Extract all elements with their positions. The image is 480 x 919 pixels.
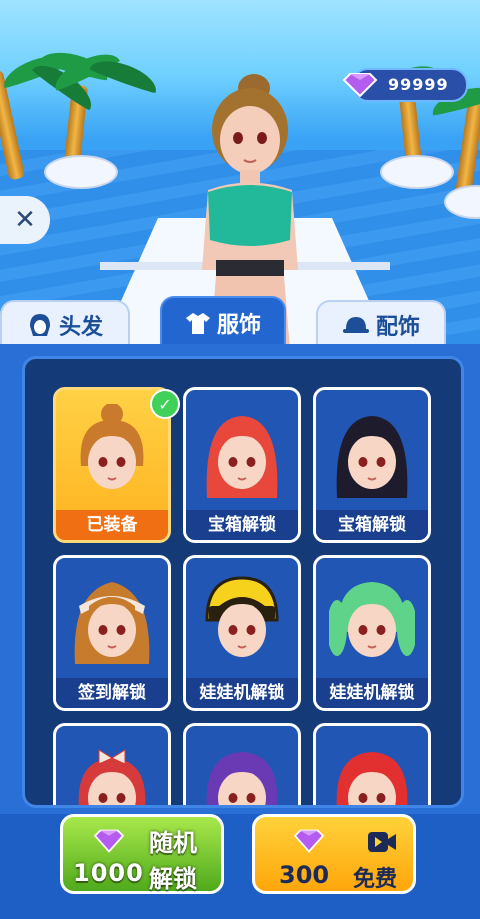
unlock-label: 解锁 — [149, 865, 197, 893]
hair-item-card[interactable]: 签到解锁 — [53, 555, 171, 711]
items-panel: 已装备 宝箱解锁 宝箱解锁 签到解锁 娃娃机解锁 娃娃机解锁 — [0, 344, 480, 814]
unlock-method-label: 已装备 — [56, 510, 168, 540]
tab-clothing[interactable]: 服饰 — [160, 296, 286, 348]
game-scene: ✕ 99999 — [0, 0, 480, 345]
free-cost: 300 — [279, 861, 330, 889]
gem-icon — [342, 73, 378, 98]
close-button[interactable]: ✕ — [0, 196, 50, 244]
cap-icon — [342, 317, 369, 333]
hair-preview — [205, 576, 279, 657]
equipped-check-icon: ✓ — [150, 389, 180, 419]
unlock-method-label: 娃娃机解锁 — [316, 678, 428, 708]
tab-label: 配饰 — [375, 315, 420, 340]
tab-accessories[interactable]: 配饰 — [316, 300, 446, 348]
item-grid: 已装备 宝箱解锁 宝箱解锁 签到解锁 娃娃机解锁 娃娃机解锁 — [22, 356, 464, 808]
hair-item-card[interactable]: 娃娃机解锁 — [183, 555, 301, 711]
bottom-bar: 随机 1000 解锁 300 免费 — [0, 814, 480, 919]
palm-fronds — [40, 46, 161, 120]
gem-icon — [293, 829, 325, 853]
tab-hair[interactable]: 头发 — [0, 300, 130, 348]
hair-preview — [80, 404, 144, 489]
hair-preview — [329, 582, 415, 657]
hair-preview — [78, 749, 146, 805]
hair-icon — [29, 314, 50, 336]
shirt-icon — [185, 313, 210, 334]
palm-pedestal — [380, 155, 454, 189]
hair-item-card[interactable]: 宝箱解锁 — [183, 387, 301, 543]
hair-preview — [206, 752, 278, 805]
close-icon: ✕ — [14, 205, 36, 235]
palm-pedestal — [44, 155, 118, 189]
unlock-method-label: 娃娃机解锁 — [186, 678, 298, 708]
unlock-method-label: 宝箱解锁 — [186, 510, 298, 540]
video-icon — [368, 832, 396, 852]
random-label: 随机 — [149, 829, 197, 857]
gem-counter: 99999 — [342, 68, 468, 102]
hair-preview — [206, 416, 278, 498]
hair-preview — [74, 582, 150, 664]
hair-preview — [336, 752, 408, 805]
unlock-method-label: 宝箱解锁 — [316, 510, 428, 540]
random-unlock-button[interactable]: 随机 1000 解锁 — [60, 814, 224, 894]
unlock-method-label: 签到解锁 — [56, 678, 168, 708]
hair-item-card[interactable] — [313, 723, 431, 805]
hair-item-card[interactable] — [183, 723, 301, 805]
gem-count: 99999 — [388, 75, 449, 94]
hair-item-card[interactable] — [53, 723, 171, 805]
free-label: 免费 — [353, 867, 398, 892]
free-unlock-button[interactable]: 300 免费 — [252, 814, 416, 894]
tab-label: 服饰 — [216, 313, 261, 338]
gem-icon — [93, 829, 125, 853]
hair-item-card[interactable]: 宝箱解锁 — [313, 387, 431, 543]
category-tabs: 头发 服饰 配饰 — [0, 296, 480, 348]
hair-item-card[interactable]: 娃娃机解锁 — [313, 555, 431, 711]
random-cost: 1000 — [73, 859, 144, 887]
hair-preview — [336, 416, 408, 498]
tab-label: 头发 — [58, 315, 103, 340]
